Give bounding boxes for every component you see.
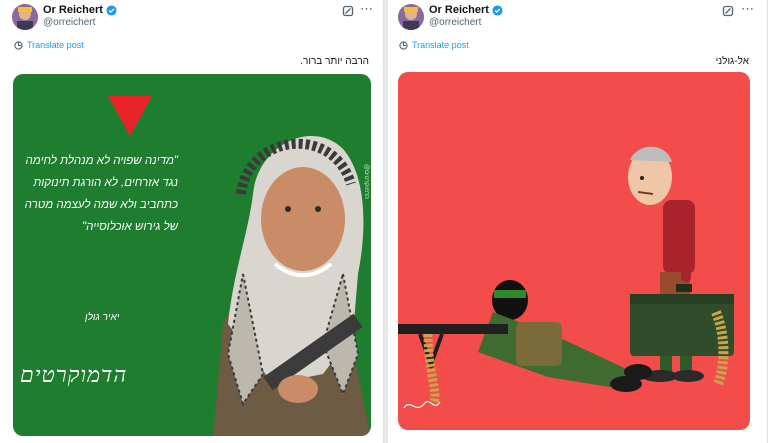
author-name[interactable]: Or Reichert xyxy=(429,4,503,16)
verified-badge-icon xyxy=(492,4,503,16)
author-name[interactable]: Or Reichert xyxy=(43,4,117,16)
cartoon-art xyxy=(398,146,734,409)
post-image-cartoon[interactable] xyxy=(398,72,750,430)
post-text: הרבה יותר ברור. xyxy=(300,56,369,67)
post-card-1: Or Reichert @orreichert ⋯ Translate post… xyxy=(0,0,384,443)
poster-quote: "מדינה שפויה לא מנהלת לחימה נגד אזרחים, … xyxy=(24,155,178,233)
translate-post-link[interactable]: Translate post xyxy=(399,40,469,50)
author-name-text[interactable]: Or Reichert xyxy=(429,4,489,16)
poster-signature: יאיר גולן xyxy=(85,312,120,323)
more-icon[interactable]: ⋯ xyxy=(360,1,373,17)
grok-icon[interactable] xyxy=(342,5,354,17)
more-icon[interactable]: ⋯ xyxy=(741,1,754,17)
avatar[interactable] xyxy=(398,4,424,30)
post-text: אל-גולני xyxy=(715,56,749,67)
translate-post-label[interactable]: Translate post xyxy=(412,40,469,50)
red-triangle xyxy=(108,96,152,136)
poster-brand-logo: הדמוקרטים xyxy=(20,363,128,388)
author-handle[interactable]: @orreichert xyxy=(429,17,481,28)
avatar[interactable] xyxy=(12,4,38,30)
translate-icon xyxy=(399,40,408,50)
translate-post-link[interactable]: Translate post xyxy=(14,40,84,50)
translate-post-label[interactable]: Translate post xyxy=(27,40,84,50)
author-handle[interactable]: @orreichert xyxy=(43,17,95,28)
translate-icon xyxy=(14,40,23,50)
grok-icon[interactable] xyxy=(722,5,734,17)
poster-side-credit: @הדמוקרטים xyxy=(363,164,369,199)
author-name-text[interactable]: Or Reichert xyxy=(43,4,103,16)
verified-badge-icon xyxy=(106,4,117,16)
